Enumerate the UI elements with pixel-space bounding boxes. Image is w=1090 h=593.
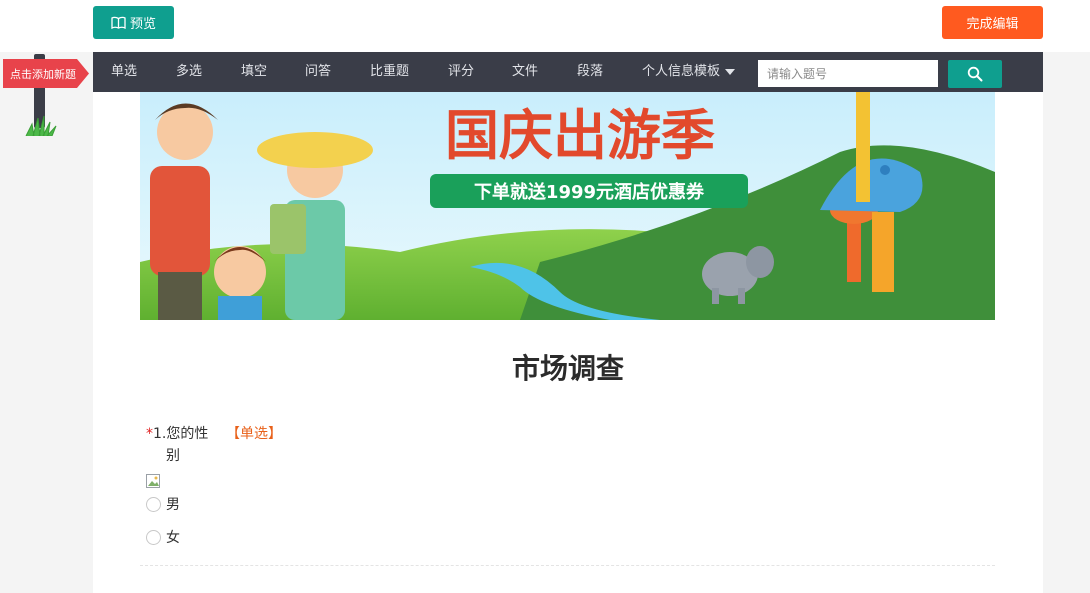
preview-label: 预览 (129, 17, 156, 32)
personal-template-label: 个人信息模板 (642, 64, 721, 79)
banner-headline: 国庆出游季 (445, 104, 715, 167)
question-type-toolbar: 单选 多选 填空 问答 比重题 评分 文件 段落 个人信息模板 (93, 52, 1043, 92)
banner-promo: 下单就送1999元酒店优惠券 (474, 181, 705, 203)
question-1-text: 1.您的性 (153, 426, 209, 442)
question-divider (140, 565, 995, 566)
preview-button[interactable]: 预览 (93, 6, 174, 39)
survey-title: 市场调查 (511, 352, 624, 385)
toolbar-item-weight[interactable]: 比重题 (370, 52, 409, 92)
search-button[interactable] (948, 60, 1002, 88)
banner-image: 国庆出游季 下单就送1999元酒店优惠券 (140, 92, 995, 320)
add-question-signpost[interactable]: 点击添加新题 (0, 52, 92, 138)
toolbar-item-fill-blank[interactable]: 填空 (241, 52, 267, 92)
book-icon (111, 16, 126, 29)
toolbar-item-multiple-choice[interactable]: 多选 (176, 52, 202, 92)
finish-edit-label: 完成编辑 (966, 17, 1019, 32)
question-1-text-wrap: 别 (166, 448, 180, 464)
question-1-number: *1.您的性 (146, 423, 208, 445)
broken-image-icon (146, 474, 160, 488)
toolbar-item-single-choice[interactable]: 单选 (111, 52, 137, 92)
question-type-tag: 【单选】 (226, 426, 282, 442)
required-mark: * (146, 426, 153, 442)
signpost-label: 点击添加新题 (10, 67, 76, 81)
search-icon (967, 66, 983, 82)
option-male[interactable]: 男 (146, 494, 180, 514)
finish-edit-button[interactable]: 完成编辑 (942, 6, 1043, 39)
toolbar-item-personal-template[interactable]: 个人信息模板 (642, 52, 736, 92)
question-1: *1.您的性 别 【单选】 男 女 (146, 423, 546, 553)
grass-icon (25, 115, 57, 136)
option-female-label: 女 (166, 530, 180, 546)
question-number-search-input[interactable] (758, 60, 938, 87)
radio-female[interactable] (146, 529, 161, 545)
toolbar-item-file[interactable]: 文件 (512, 52, 538, 92)
radio-male[interactable] (146, 496, 161, 512)
toolbar-item-paragraph[interactable]: 段落 (577, 52, 603, 92)
option-female[interactable]: 女 (146, 527, 180, 547)
toolbar-item-rating[interactable]: 评分 (448, 52, 474, 92)
toolbar-item-qa[interactable]: 问答 (305, 52, 331, 92)
survey-content: 国庆出游季 下单就送1999元酒店优惠券 市场调查 *1.您的性 别 【单选】 … (93, 92, 1043, 593)
option-male-label: 男 (166, 497, 180, 513)
banner-illustration: 国庆出游季 下单就送1999元酒店优惠券 (140, 92, 995, 320)
caret-down-icon (725, 68, 736, 75)
